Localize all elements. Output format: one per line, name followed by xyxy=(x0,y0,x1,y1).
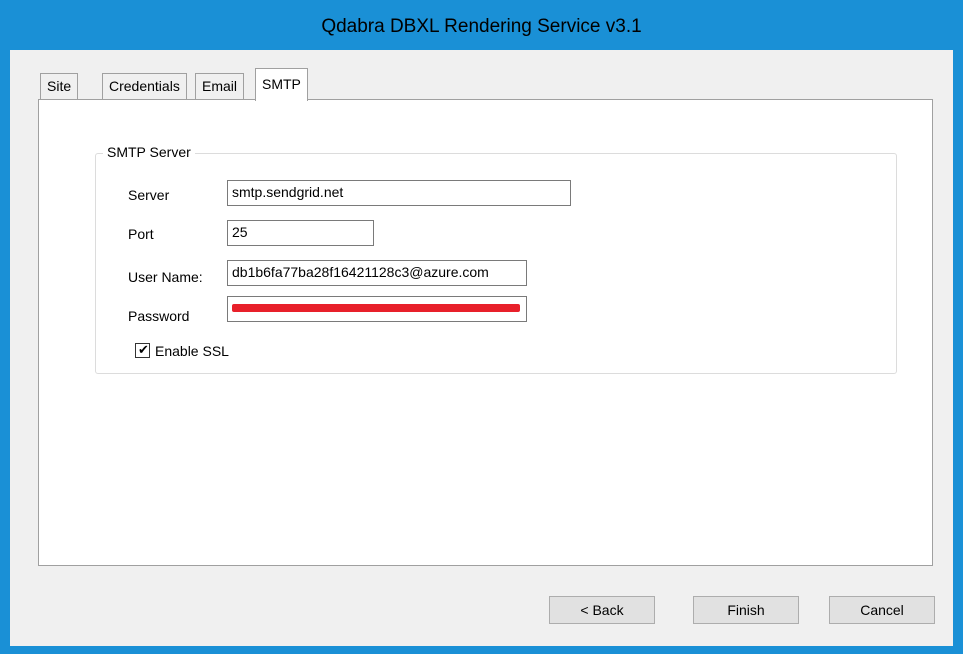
finish-button[interactable]: Finish xyxy=(693,596,799,624)
redaction-mark xyxy=(232,304,520,312)
dialog-window: Qdabra DBXL Rendering Service v3.1 Site … xyxy=(10,0,953,646)
server-input[interactable]: smtp.sendgrid.net xyxy=(227,180,571,206)
tab-smtp[interactable]: SMTP xyxy=(255,68,308,101)
title-bar: Qdabra DBXL Rendering Service v3.1 xyxy=(10,0,953,50)
window-title: Qdabra DBXL Rendering Service v3.1 xyxy=(321,16,642,37)
smtp-tab-panel: SMTP Server Server smtp.sendgrid.net Por… xyxy=(38,99,933,566)
password-label: Password xyxy=(128,308,190,324)
checkmark-icon: ✔ xyxy=(138,342,149,357)
tab-credentials[interactable]: Credentials xyxy=(102,73,187,99)
enable-ssl-checkbox[interactable]: ✔ xyxy=(135,342,150,358)
smtp-server-group-title: SMTP Server xyxy=(103,144,195,160)
username-label: User Name: xyxy=(128,269,203,285)
cancel-button[interactable]: Cancel xyxy=(829,596,935,624)
password-input[interactable] xyxy=(227,296,527,322)
tab-site[interactable]: Site xyxy=(40,73,79,99)
tab-email[interactable]: Email xyxy=(195,73,245,99)
server-label: Server xyxy=(128,187,170,203)
port-input[interactable]: 25 xyxy=(227,220,374,246)
enable-ssl-label[interactable]: Enable SSL xyxy=(155,343,229,359)
back-button[interactable]: < Back xyxy=(549,596,655,624)
port-label: Port xyxy=(128,226,154,242)
username-input[interactable]: db1b6fa77ba28f16421128c3@azure.com xyxy=(227,260,527,286)
